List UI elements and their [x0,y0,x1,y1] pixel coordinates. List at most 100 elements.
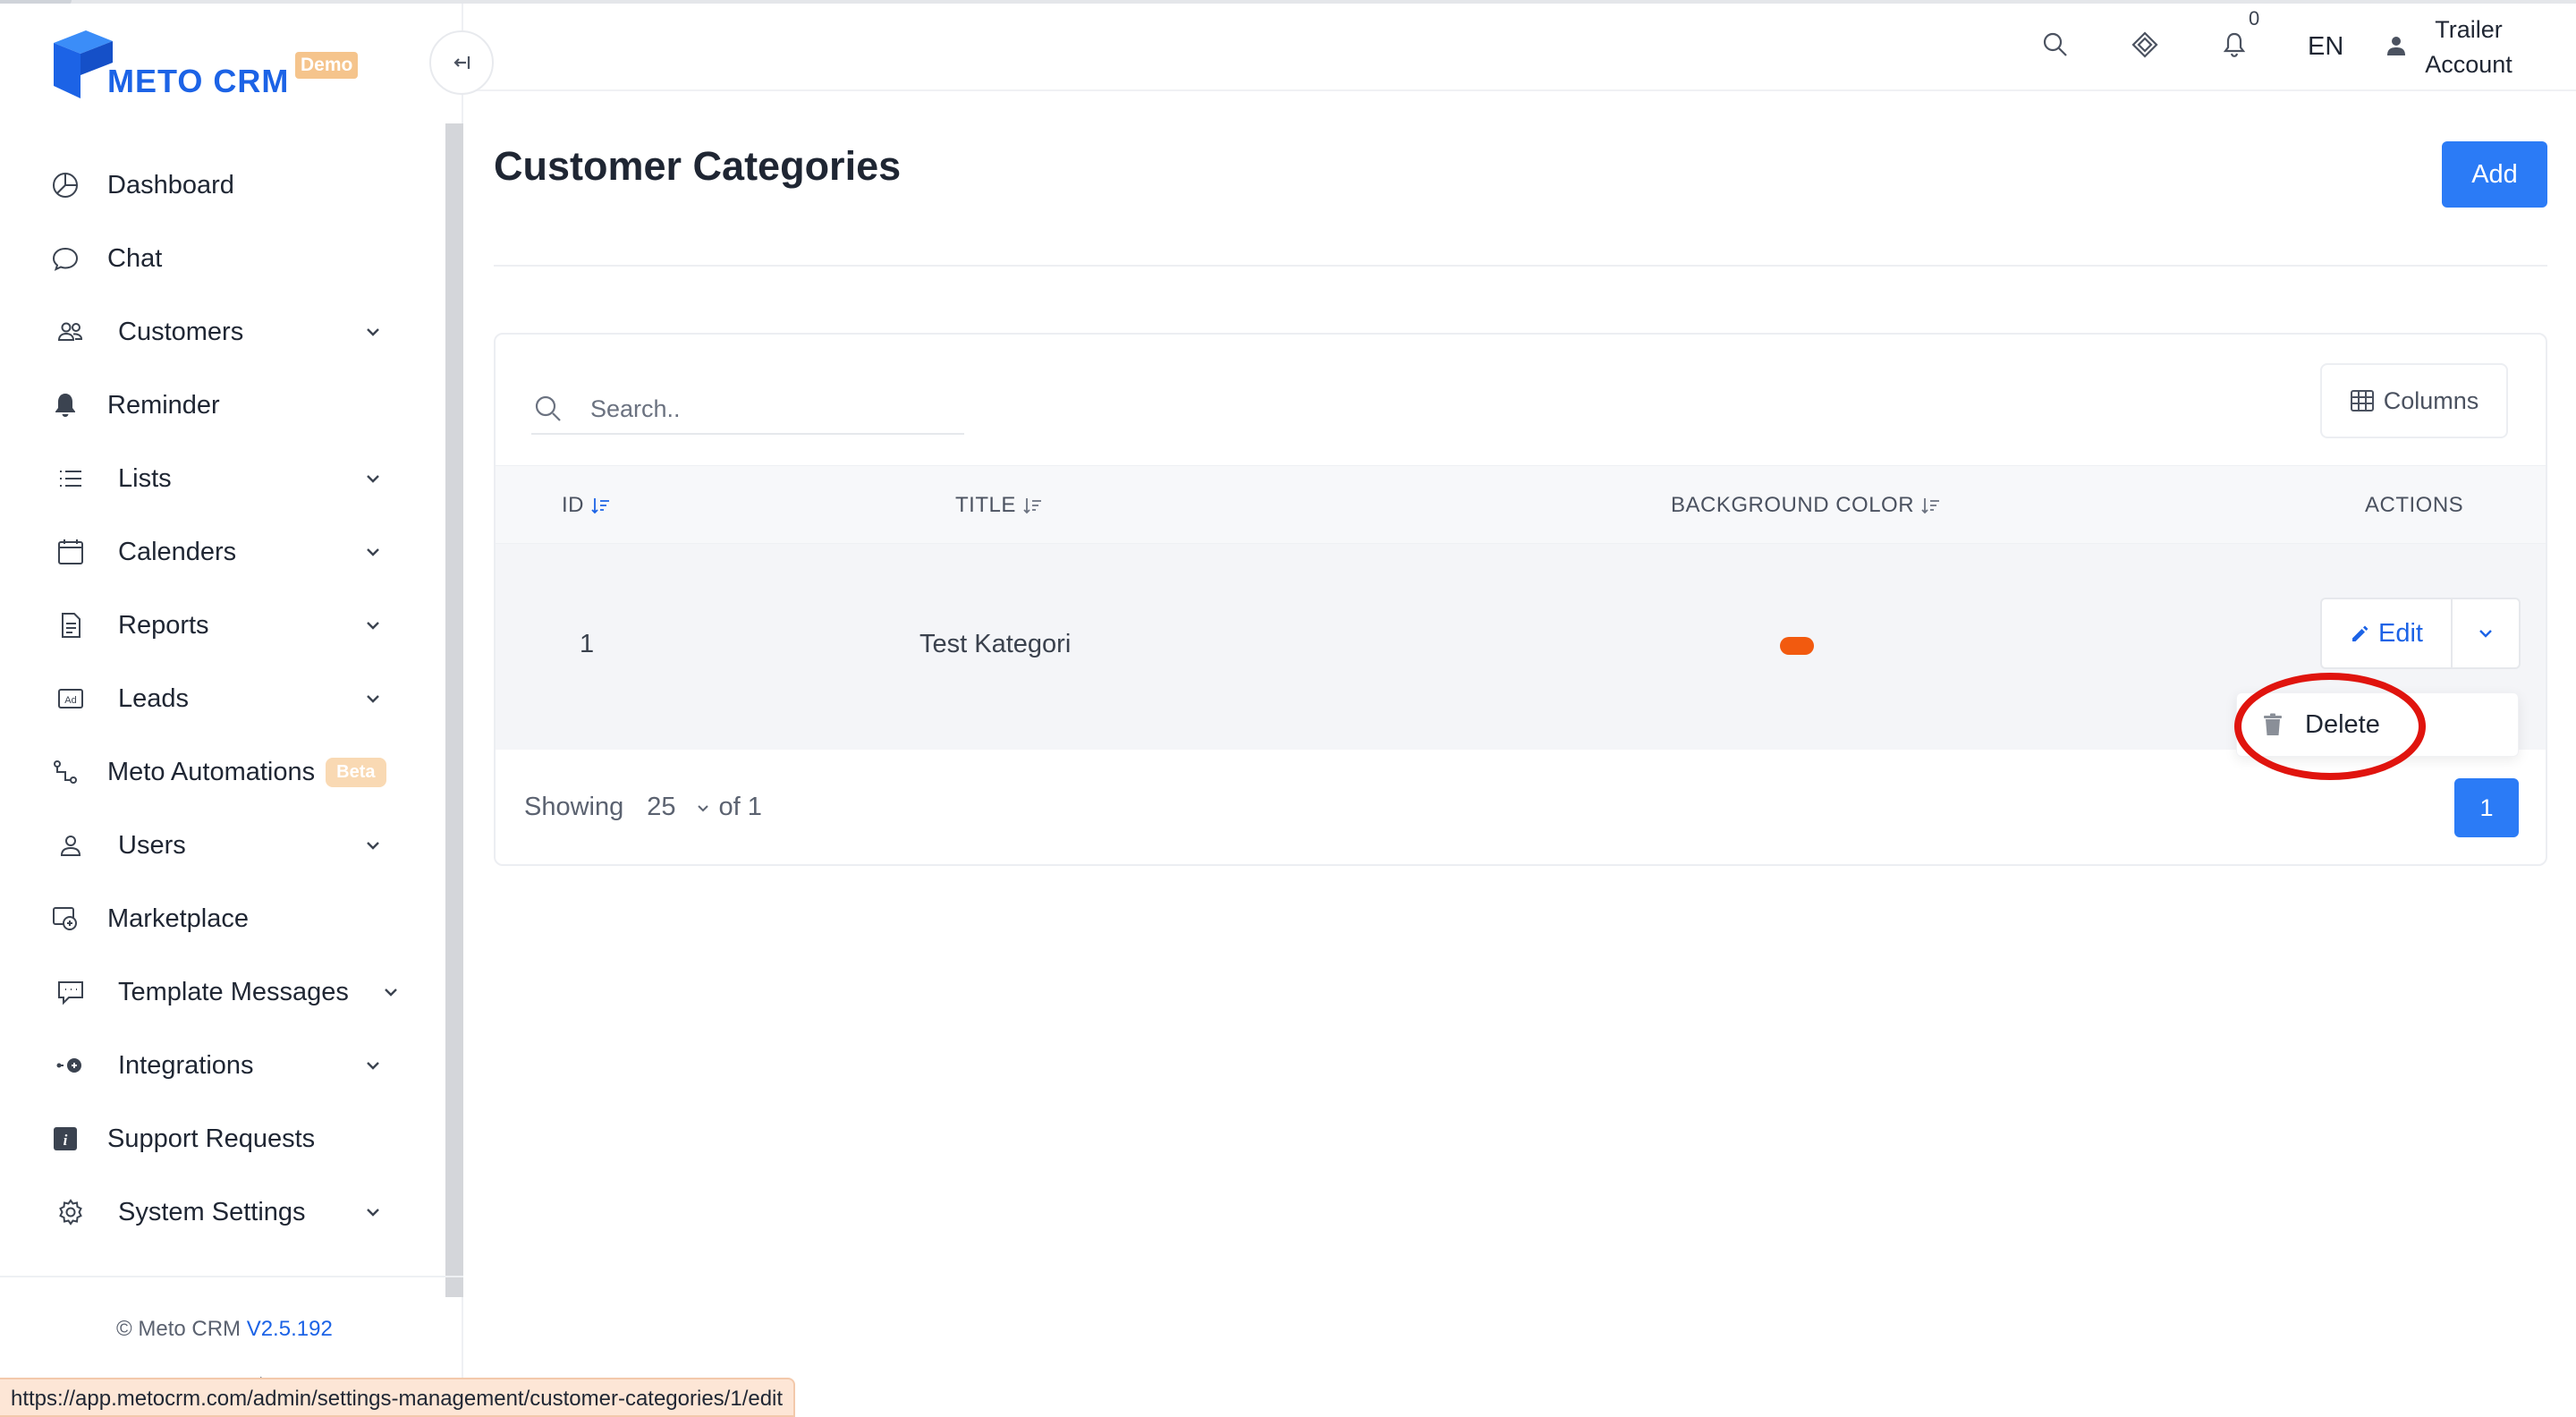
sidebar-item-calenders[interactable]: Calenders [0,515,447,589]
chevron-down-icon[interactable] [361,834,385,857]
bell-icon[interactable] [2216,27,2252,63]
chevron-down-icon[interactable] [361,614,385,637]
sidebar-item-integrations[interactable]: Integrations [0,1029,447,1102]
collapse-sidebar-button[interactable] [429,30,494,95]
notification-count-badge: 0 [2249,7,2260,30]
sidebar-nav: Dashboard Chat Customers Reminder Lists … [0,148,447,1249]
sort-icon [1023,498,1041,514]
user-icon [55,830,86,861]
users-icon [55,317,86,347]
cell-title: Test Kategori [919,630,1072,658]
pagination-page-1[interactable]: 1 [2454,778,2519,837]
copyright-text: © Meto CRM V2.5.192 [116,1317,333,1342]
sidebar-item-label: Marketplace [107,904,249,933]
sidebar-item-label: Chat [107,243,163,273]
sidebar-item-label: Dashboard [107,170,234,199]
chevron-down-icon[interactable] [361,540,385,564]
sidebar-item-dashboard[interactable]: Dashboard [0,148,447,222]
sidebar-item-chat[interactable]: Chat [0,222,447,295]
sidebar-item-meto-automations[interactable]: Meto Automations Beta [0,735,447,809]
table-columns-icon [2350,390,2374,412]
per-page-select[interactable]: 25 [647,793,675,822]
pie-chart-icon [50,170,80,200]
sidebar-item-label: Integrations [118,1050,254,1080]
svg-text:i: i [64,1132,68,1149]
sidebar-item-label: Calenders [118,537,237,566]
sidebar-item-label: Leads [118,683,190,713]
search-icon [535,395,561,421]
sidebar-item-customers[interactable]: Customers [0,295,447,369]
cell-id: 1 [580,630,595,658]
sidebar-item-template-messages[interactable]: Template Messages [0,955,447,1029]
search-icon[interactable] [2038,27,2073,63]
sidebar-item-marketplace[interactable]: Marketplace [0,882,447,955]
sidebar-item-leads[interactable]: Ad Leads [0,662,447,735]
info-icon: i [50,1124,80,1154]
sidebar-item-support-requests[interactable]: i Support Requests [0,1102,447,1175]
copyright-label: © Meto CRM [116,1317,242,1341]
message-template-icon [55,977,86,1007]
collapse-left-icon [453,56,470,69]
sidebar-item-reports[interactable]: Reports [0,589,447,662]
page-count-label: of 1 [718,793,762,821]
chevron-down-icon[interactable] [379,980,402,1004]
page-title: Customer Categories [494,143,902,189]
user-name-line2: Account [2425,51,2512,78]
add-button[interactable]: Add [2442,141,2547,208]
column-header-title[interactable]: TITLE [955,493,1043,518]
table-header-row: ID TITLE BACKGROUND COLOR ACTIONS [496,465,2546,544]
sidebar-item-label: Reminder [107,390,220,420]
chevron-down-icon[interactable] [361,1201,385,1224]
search-box [531,385,964,435]
edit-label: Edit [2378,618,2423,648]
search-input[interactable] [590,395,930,423]
logo-text: METO CRM [107,63,290,99]
chevron-down-icon[interactable] [361,467,385,490]
sidebar-item-label: Template Messages [118,977,349,1006]
sidebar-item-label: Support Requests [107,1124,316,1153]
sidebar-item-system-settings[interactable]: System Settings [0,1175,447,1249]
pencil-icon [2352,625,2368,641]
column-header-label: ACTIONS [2365,493,2464,517]
puzzle-icon[interactable] [2127,27,2163,63]
column-header-label: ID [562,493,584,517]
ad-icon: Ad [55,683,86,714]
row-actions: Edit [2320,598,2521,669]
sidebar-item-users[interactable]: Users [0,809,447,882]
gear-icon [55,1197,86,1227]
sidebar: METO CRM Demo Dashboard Chat Customers R… [0,4,463,1417]
language-switcher[interactable]: EN [2308,32,2343,62]
chevron-down-icon[interactable] [694,799,712,817]
sort-icon [591,498,609,514]
sidebar-item-label: Users [118,830,186,860]
categories-table-card: Columns ID TITLE BACKGROUND COLOR ACTION… [494,333,2547,866]
sidebar-item-reminder[interactable]: Reminder [0,369,447,442]
chevron-down-icon[interactable] [361,1054,385,1077]
sidebar-item-lists[interactable]: Lists [0,442,447,515]
showing-label: Showing [524,793,624,821]
document-icon [55,610,86,641]
version-link[interactable]: V2.5.192 [247,1317,333,1341]
sidebar-scrollbar-thumb[interactable] [445,123,463,1297]
integration-icon [55,1050,86,1081]
columns-button[interactable]: Columns [2320,363,2508,438]
automation-icon [50,757,80,787]
user-account-menu[interactable]: Trailer Account [2415,13,2522,82]
column-header-background-color[interactable]: BACKGROUND COLOR [1671,493,1941,518]
chevron-down-icon [2479,630,2492,638]
chevron-down-icon[interactable] [361,320,385,344]
column-header-label: BACKGROUND COLOR [1671,493,1915,517]
app-logo[interactable]: METO CRM Demo [48,27,370,107]
actions-dropdown-toggle[interactable] [2453,599,2519,667]
bell-icon [50,390,80,420]
edit-button[interactable]: Edit [2322,599,2453,667]
chat-bubble-icon [50,243,80,274]
column-header-label: TITLE [955,493,1016,517]
sort-icon [1921,498,1940,514]
user-icon[interactable] [2385,34,2408,57]
column-header-id[interactable]: ID [562,493,611,518]
column-header-actions: ACTIONS [2365,493,2463,518]
sidebar-item-label: Customers [118,317,244,346]
table-footer: Showing 25 of 1 [524,793,762,822]
chevron-down-icon[interactable] [361,687,385,710]
